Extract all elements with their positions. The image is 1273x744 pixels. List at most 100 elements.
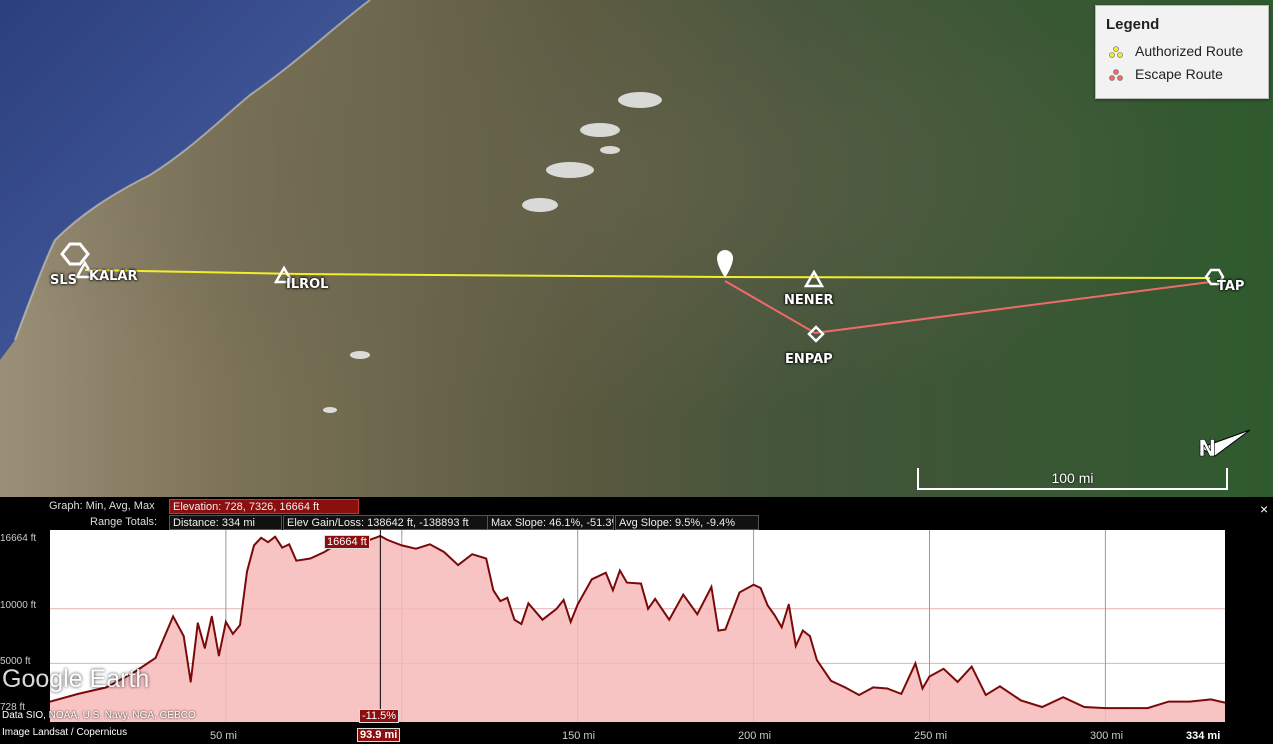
legend-title: Legend	[1106, 16, 1160, 33]
google-earth-logo: Google Earth	[2, 665, 150, 693]
elevation-point	[999, 685, 1001, 688]
elevation-point	[246, 570, 248, 573]
waypoint-label-sls[interactable]: SLS	[50, 273, 77, 288]
elevation-point	[555, 608, 558, 610]
elevation-point	[724, 628, 727, 631]
elevation-point	[499, 600, 502, 602]
elevation-point	[696, 613, 699, 615]
elevation-point	[527, 602, 530, 605]
elevation-point	[569, 621, 572, 623]
elevation-point	[626, 581, 628, 584]
elevation-point	[429, 543, 431, 546]
elevation-point	[211, 615, 213, 618]
elevation-chart-svg[interactable]	[49, 530, 1226, 722]
scale-bar: 100 mi	[917, 468, 1228, 490]
elevation-point	[218, 654, 220, 657]
elevation-point	[759, 587, 762, 589]
stats-label: Graph: Min, Avg, Max	[49, 500, 155, 512]
elevation-point	[401, 544, 403, 547]
svg-text:N: N	[1198, 437, 1216, 462]
elevation-point	[921, 687, 924, 690]
image-credit: Image Landsat / Copernicus	[2, 727, 128, 738]
elevation-point	[612, 589, 614, 591]
max-slope-stat: Max Slope: 46.1%, -51.3%	[487, 515, 614, 530]
elevation-point	[1083, 706, 1086, 708]
elevation-point	[225, 621, 227, 623]
elevation-point	[541, 618, 544, 621]
elevation-point	[415, 547, 417, 550]
legend-panel: Legend Authorized Route Escape Route	[1095, 5, 1269, 99]
map-view[interactable]: N SLS KALAR ILROL NENER ENPAP TAP Legend…	[0, 0, 1273, 497]
elevation-point	[956, 681, 959, 683]
y-tick-label: 16664 ft	[0, 533, 37, 544]
data-credit: Data SIO, NOAA, U.S. Navy, NGA, GEBCO	[2, 710, 196, 721]
elevation-point	[386, 539, 389, 541]
elevation-stats: Elevation: 728, 7326, 16664 ft	[169, 499, 359, 514]
elevation-point	[886, 687, 889, 690]
elevation-point	[619, 569, 621, 572]
elevation-point	[182, 635, 185, 637]
elevation-point	[172, 615, 174, 618]
elevation-point	[640, 582, 642, 585]
elevation-point	[471, 553, 474, 555]
elevation-point	[274, 535, 276, 538]
elevation-point	[710, 586, 713, 588]
elevation-point	[513, 618, 516, 621]
elev-gain-loss-stat: Elev Gain/Loss: 138642 ft, -138893 ft	[283, 515, 493, 530]
elevation-point	[942, 668, 945, 670]
elevation-point	[900, 693, 903, 695]
elevation-point	[738, 591, 741, 594]
cursor-distance-tag: 93.9 mi	[357, 728, 401, 742]
elevation-point	[647, 608, 649, 610]
elevation-point	[1062, 696, 1064, 698]
elevation-point	[443, 551, 445, 553]
elevation-point	[267, 541, 269, 543]
elevation-point	[520, 623, 523, 625]
elevation-point	[576, 603, 579, 606]
elevation-point	[260, 537, 262, 539]
elevation-point	[795, 645, 797, 647]
elevation-point	[844, 686, 846, 689]
elevation-point	[1041, 706, 1043, 708]
elevation-point	[1125, 707, 1128, 709]
elevation-point	[1146, 707, 1149, 709]
cursor-elevation-tag: 16664 ft	[324, 535, 370, 549]
elevation-chart[interactable]	[49, 530, 1226, 722]
elevation-point	[605, 571, 607, 574]
close-profile-button[interactable]: ×	[1260, 501, 1268, 517]
elevation-point	[288, 543, 290, 546]
scale-bar-label: 100 mi	[1051, 470, 1094, 486]
x-tick-label: 50 mi	[210, 730, 237, 742]
elevation-point	[239, 624, 241, 626]
elevation-point	[562, 599, 565, 601]
legend-item-authorized-route: Authorized Route	[1108, 43, 1243, 59]
elevation-point	[668, 618, 670, 621]
y-tick-label: 10000 ft	[0, 600, 37, 611]
elevation-point	[154, 657, 157, 659]
elevation-point	[591, 578, 593, 581]
elevation-point	[232, 633, 234, 635]
avg-slope-stat: Avg Slope: 9.5%, -9.4%	[615, 515, 759, 530]
distance-stat: Distance: 334 mi	[169, 515, 282, 530]
elevation-point	[204, 647, 206, 649]
elevation-point	[766, 604, 769, 607]
waypoint-label-enpap[interactable]: ENPAP	[785, 352, 833, 367]
elevation-point	[682, 593, 684, 596]
waypoint-label-ilrol[interactable]: ILROL	[286, 277, 328, 292]
elevation-point	[1167, 700, 1170, 703]
waypoint-label-kalar[interactable]: KALAR	[89, 269, 138, 284]
elevation-point	[816, 659, 818, 661]
elevation-point	[295, 559, 298, 562]
authorized-route-swatch-icon	[1108, 45, 1124, 59]
elevation-point	[752, 583, 755, 586]
waypoint-label-tap[interactable]: TAP	[1217, 279, 1244, 294]
elevation-point	[1020, 699, 1022, 702]
elevation-point	[985, 694, 987, 696]
elevation-profile-panel[interactable]: Graph: Min, Avg, Max Elevation: 728, 732…	[0, 497, 1273, 744]
legend-label-authorized-route: Authorized Route	[1135, 43, 1244, 59]
waypoint-label-nener[interactable]: NENER	[784, 293, 834, 308]
elevation-point	[1189, 700, 1191, 703]
legend-item-escape-route: Escape Route	[1108, 66, 1223, 82]
elevation-point	[1104, 707, 1107, 709]
x-tick-label-end: 334 mi	[1186, 730, 1221, 742]
